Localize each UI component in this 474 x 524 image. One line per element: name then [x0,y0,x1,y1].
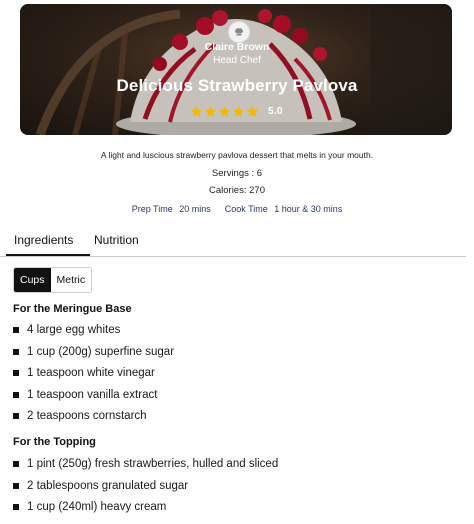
unit-cups-button[interactable]: Cups [14,268,51,292]
recipe-tabs: Ingredients Nutrition [0,226,466,257]
ingredient-item: 2 tablespoons granulated sugar [13,480,188,492]
time-info: Prep Time 20 mins Cook Time 1 hour & 30 … [0,204,474,214]
chef-name: Claire Brown [204,41,270,53]
bullet-icon [13,349,19,355]
section-title: For the Meringue Base [13,303,132,315]
bullet-icon [13,413,19,419]
prep-time-value: 20 mins [179,204,211,214]
ingredient-item: 2 teaspoons cornstarch [13,410,147,422]
cook-time-value: 1 hour & 30 mins [274,204,343,214]
ingredient-item: 1 pint (250g) fresh strawberries, hulled… [13,458,278,470]
ingredient-text: 1 cup (240ml) heavy cream [27,501,167,513]
bullet-icon [13,504,19,510]
servings: Servings : 6 [211,168,263,179]
cook-time-label: Cook Time [224,204,271,214]
bullet-icon [13,370,19,376]
star-icon [190,105,203,117]
ingredient-text: 1 pint (250g) fresh strawberries, hulled… [27,458,279,470]
ingredient-item: 1 cup (200g) superfine sugar [13,346,174,358]
ingredient-text: 1 cup (200g) superfine sugar [27,346,175,358]
bullet-icon [13,461,19,467]
ingredient-text: 2 teaspoons cornstarch [27,410,147,422]
chef-avatar[interactable] [228,21,250,43]
star-icon [246,105,259,117]
recipe-title: Delicious Strawberry Pavlova [116,76,358,95]
prep-time-label: Prep Time [131,204,176,214]
rating: 5.0 [190,103,283,119]
calories: Calories: 270 [209,185,265,196]
star-icon [204,105,217,117]
star-icon [232,105,245,117]
ingredient-text: 1 teaspoon white vinegar [27,367,155,379]
ingredient-item: 4 large egg whites [13,324,120,336]
unit-metric-button[interactable]: Metric [50,268,92,292]
tab-nutrition[interactable]: Nutrition [94,233,139,247]
unit-toggle: Cups Metric [13,267,93,293]
star-icon [218,105,231,117]
ingredient-item: 1 cup (240ml) heavy cream [13,501,166,513]
tab-ingredients[interactable]: Ingredients [14,233,73,247]
section-title: For the Topping [13,436,96,448]
ingredient-text: 1 teaspoon vanilla extract [27,389,158,401]
active-tab-indicator [6,254,90,256]
bullet-icon [13,392,19,398]
ingredient-item: 1 teaspoon white vinegar [13,367,155,379]
bullet-icon [13,327,19,333]
ingredient-item: 1 teaspoon vanilla extract [13,389,157,401]
rating-value: 5.0 [268,105,283,117]
ingredient-text: 4 large egg whites [27,324,121,336]
chef-role: Head Chef [213,55,261,66]
ingredient-text: 2 tablespoons granulated sugar [27,480,189,492]
chef-hat-icon [235,28,243,36]
recipe-description: A light and luscious strawberry pavlova … [100,150,374,160]
bullet-icon [13,483,19,489]
